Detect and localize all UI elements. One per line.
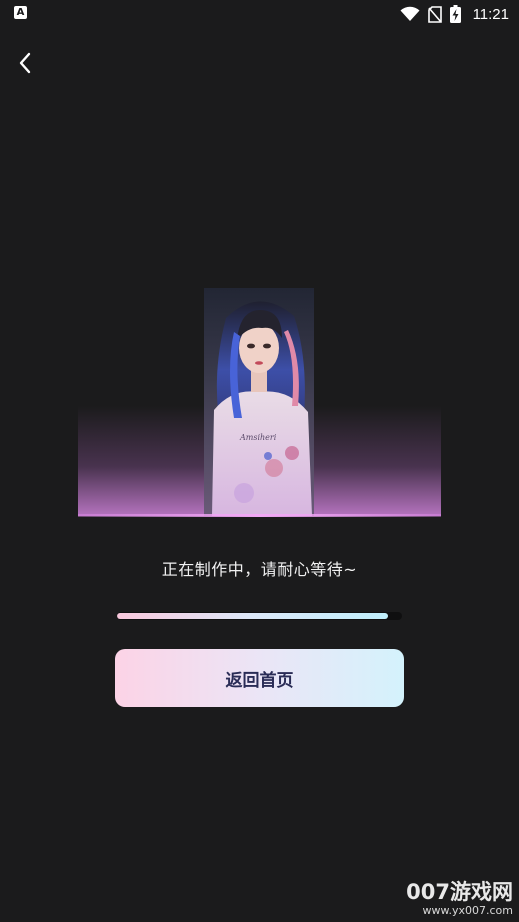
status-message: 正在制作中，请耐心等待~	[161, 560, 358, 579]
return-home-label: 返回首页	[225, 670, 294, 691]
preview-area: Amsiheri	[78, 288, 441, 520]
wifi-icon	[400, 6, 420, 21]
generated-portrait-image: Amsiheri	[204, 288, 314, 516]
progress-fill	[117, 613, 388, 619]
battery-charging-icon	[449, 5, 461, 23]
status-bar: A 11:21	[0, 0, 519, 30]
status-time: 11:21	[472, 5, 509, 23]
status-icons: 11:21	[400, 4, 509, 24]
no-sim-icon	[427, 5, 442, 23]
watermark-url: www.yx007.com	[422, 904, 513, 917]
back-button[interactable]	[14, 50, 38, 76]
app-notification-icon: A	[14, 6, 27, 19]
watermark: 007游戏网 www.yx007.com	[406, 880, 513, 918]
watermark-title: 007游戏网	[406, 880, 513, 904]
return-home-button[interactable]: 返回首页	[115, 649, 404, 707]
chevron-left-icon	[19, 52, 31, 74]
preview-glow-line	[78, 514, 441, 517]
svg-text:Amsiheri: Amsiheri	[239, 433, 277, 442]
progress-bar	[117, 612, 402, 620]
